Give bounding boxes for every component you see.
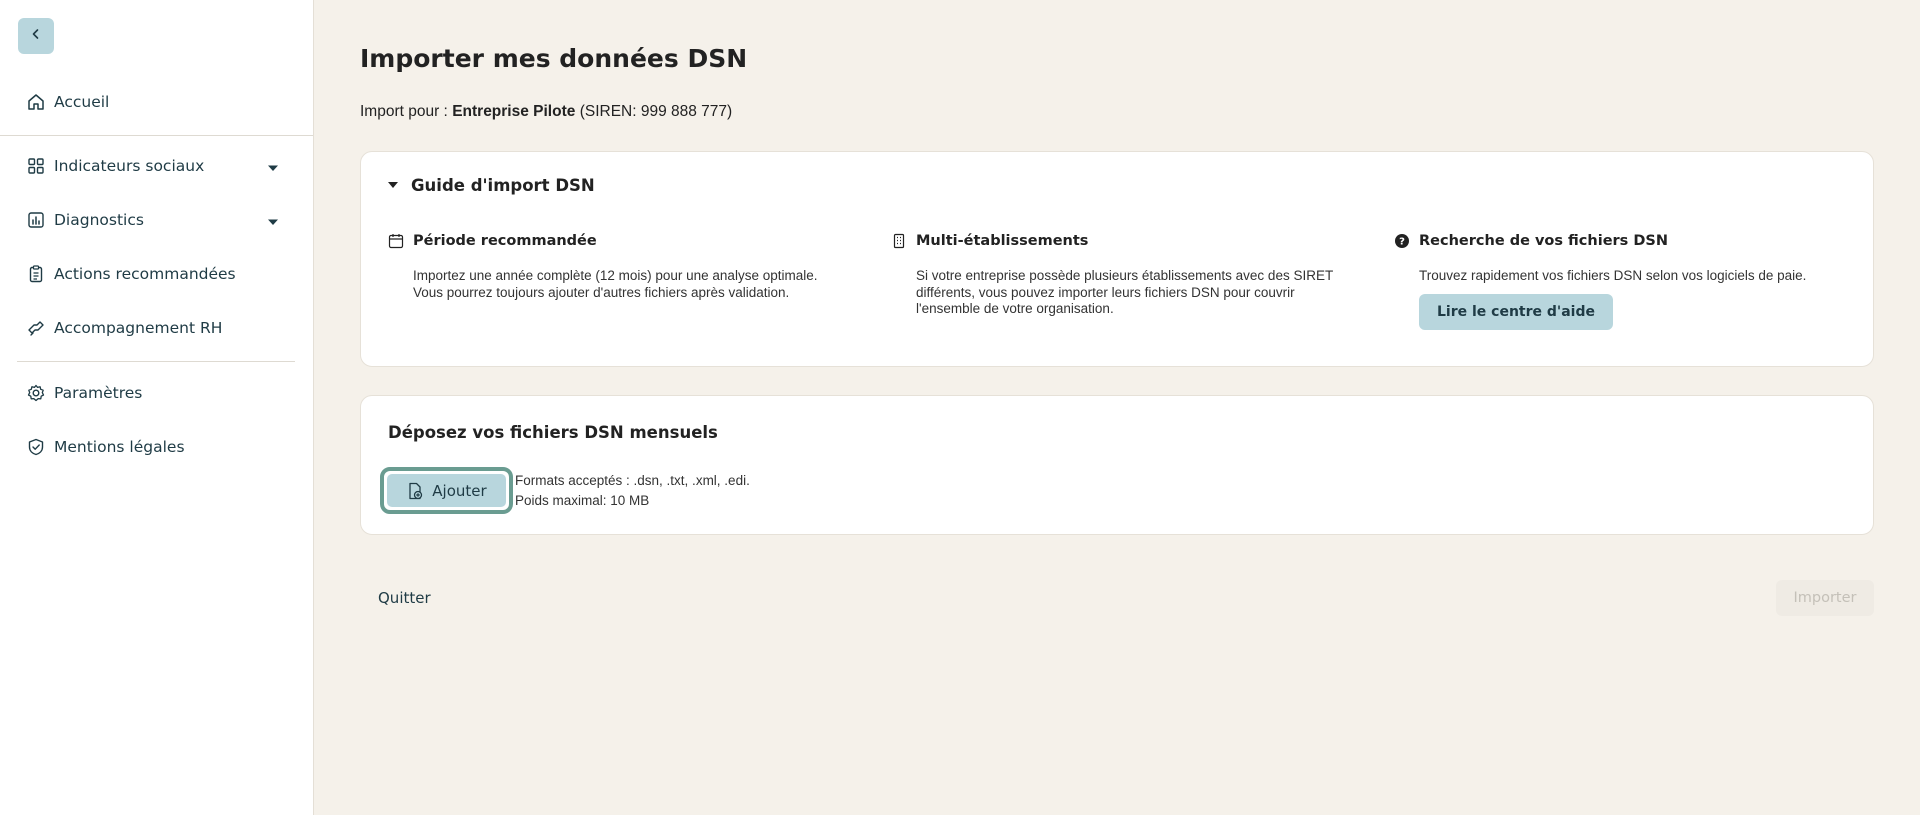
column-text-line: Si votre entreprise possède plusieurs ét… xyxy=(916,268,1334,283)
sidebar-item-label: Actions recommandées xyxy=(54,265,236,283)
sidebar-item-label: Accueil xyxy=(54,93,110,111)
sidebar-item-parametres[interactable]: Paramètres xyxy=(24,379,289,407)
sidebar-item-accompagnement-rh[interactable]: Accompagnement RH xyxy=(24,314,289,342)
gear-icon xyxy=(24,381,48,405)
sidebar-item-label: Indicateurs sociaux xyxy=(54,157,205,175)
sidebar-item-diagnostics[interactable]: Diagnostics xyxy=(24,206,289,234)
quit-button[interactable]: Quitter xyxy=(378,589,431,607)
help-circle-icon: ? xyxy=(1393,232,1411,250)
column-text-line: différents, vous pouvez importer leurs f… xyxy=(916,284,1295,300)
sidebar-item-label: Paramètres xyxy=(54,384,143,402)
siren-number: (SIREN: 999 888 777) xyxy=(579,103,733,120)
company-name: Entreprise Pilote xyxy=(452,103,576,120)
sidebar-item-label: Accompagnement RH xyxy=(54,319,223,337)
shield-check-icon xyxy=(24,435,48,459)
import-for-line: Import pour : Entreprise Pilote (SIREN: … xyxy=(360,103,732,121)
column-text-line: Vous pourrez toujours ajouter d'autres f… xyxy=(413,284,790,300)
file-plus-icon xyxy=(406,482,424,500)
column-text-line: Importez une année complète (12 mois) po… xyxy=(413,268,818,283)
back-button[interactable] xyxy=(18,18,54,54)
help-center-button[interactable]: Lire le centre d'aide xyxy=(1419,293,1613,330)
column-text-line: Trouvez rapidement vos fichiers DSN selo… xyxy=(1419,268,1807,283)
add-button-focus-ring: Ajouter xyxy=(380,467,513,514)
caret-down-icon xyxy=(387,176,399,195)
handshake-icon xyxy=(24,316,48,340)
guide-title: Guide d'import DSN xyxy=(411,176,595,195)
guide-toggle[interactable]: Guide d'import DSN xyxy=(387,176,595,195)
upload-title: Déposez vos fichiers DSN mensuels xyxy=(388,423,718,442)
column-heading: Multi-établissements xyxy=(916,233,1089,249)
grid-icon xyxy=(24,154,48,178)
upload-requirements: Formats acceptés : .dsn, .txt, .xml, .ed… xyxy=(515,471,750,511)
import-button[interactable]: Importer xyxy=(1776,580,1874,616)
page-title: Importer mes données DSN xyxy=(360,44,748,73)
calendar-icon xyxy=(387,232,405,250)
sidebar-divider xyxy=(0,135,313,136)
building-icon xyxy=(890,232,908,250)
add-button-label: Ajouter xyxy=(432,481,487,500)
column-heading: Recherche de vos fichiers DSN xyxy=(1419,233,1668,249)
max-size: Poids maximal: 10 MB xyxy=(515,493,650,508)
add-file-button[interactable]: Ajouter xyxy=(387,474,506,507)
sidebar-item-label: Diagnostics xyxy=(54,211,144,229)
column-text-line: l'ensemble de votre organisation. xyxy=(916,301,1114,316)
svg-text:?: ? xyxy=(1399,237,1405,248)
home-icon xyxy=(24,90,48,114)
import-for-prefix: Import pour : xyxy=(360,103,448,120)
sidebar-divider xyxy=(17,361,295,362)
guide-column-multi-etablissements: Multi-établissements Si votre entreprise… xyxy=(890,232,1350,318)
caret-down-icon[interactable] xyxy=(267,160,279,178)
sidebar-item-actions-recommandees[interactable]: Actions recommandées xyxy=(24,260,289,288)
guide-card: Guide d'import DSN Période recommandée I… xyxy=(360,151,1874,367)
guide-column-recherche: ? Recherche de vos fichiers DSN Trouvez … xyxy=(1393,232,1853,330)
column-heading: Période recommandée xyxy=(413,233,597,249)
guide-column-periode: Période recommandée Importez une année c… xyxy=(387,232,847,301)
upload-card: Déposez vos fichiers DSN mensuels Ajoute… xyxy=(360,395,1874,535)
chart-icon xyxy=(24,208,48,232)
chevron-left-icon xyxy=(29,27,43,46)
caret-down-icon[interactable] xyxy=(267,214,279,232)
sidebar-item-accueil[interactable]: Accueil xyxy=(24,88,289,116)
sidebar-item-mentions-legales[interactable]: Mentions légales xyxy=(24,433,289,461)
sidebar-item-label: Mentions légales xyxy=(54,438,185,456)
clipboard-icon xyxy=(24,262,48,286)
sidebar-item-indicateurs-sociaux[interactable]: Indicateurs sociaux xyxy=(24,152,289,180)
accepted-formats: Formats acceptés : .dsn, .txt, .xml, .ed… xyxy=(515,473,750,488)
sidebar: Accueil Indicateurs sociaux Diagnostics … xyxy=(0,0,314,815)
